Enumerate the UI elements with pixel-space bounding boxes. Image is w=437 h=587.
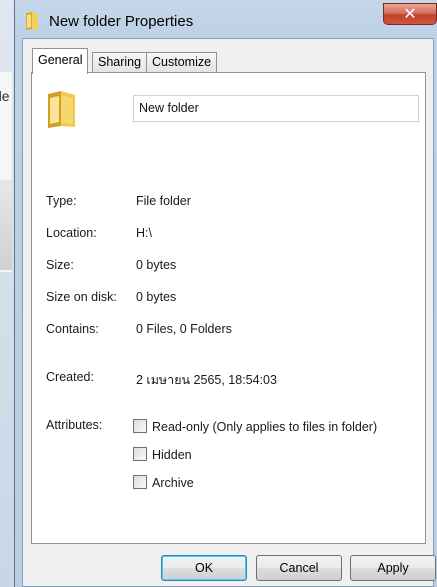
created-label: Created: [46,370,94,384]
size-label: Size: [46,258,74,272]
divider [45,351,416,352]
contains-value: 0 Files, 0 Folders [136,322,232,336]
tab-sharing[interactable]: Sharing [92,52,148,73]
ok-button[interactable]: OK [161,555,247,581]
dialog-client-area: General Sharing Customize New folder Typ… [22,38,436,587]
archive-label[interactable]: Archive [152,476,194,490]
folder-name-field[interactable]: New folder [133,95,419,122]
hidden-checkbox[interactable] [133,447,147,461]
tab-customize[interactable]: Customize [146,52,218,73]
type-label: Type: [46,194,77,208]
size-on-disk-label: Size on disk: [46,290,117,304]
cancel-button[interactable]: Cancel [256,555,342,581]
window-title: New folder Properties [49,13,194,30]
background-window-text: de [0,88,10,104]
general-tab-panel: New folder Type: File folder Location: H… [31,72,426,544]
apply-button[interactable]: Apply [350,555,436,581]
close-button[interactable]: ✕ [383,3,437,25]
size-value: 0 bytes [136,258,177,272]
size-on-disk-value: 0 bytes [136,290,177,304]
created-value: 2 เมษายน 2565, 18:54:03 [136,373,277,387]
folder-icon [48,91,75,128]
divider [45,399,416,400]
location-label: Location: [46,226,97,240]
folder-icon [26,12,38,30]
background-window-panel [0,180,12,270]
location-value: H:\ [136,226,152,240]
hidden-label[interactable]: Hidden [152,448,192,462]
read-only-label[interactable]: Read-only (Only applies to files in fold… [152,420,377,434]
contains-label: Contains: [46,322,99,336]
tab-general[interactable]: General [32,48,89,74]
read-only-checkbox[interactable] [133,419,147,433]
divider [45,137,416,138]
attributes-label: Attributes: [46,418,103,432]
properties-dialog: New folder Properties ✕ General Sharing … [14,0,437,587]
archive-checkbox[interactable] [133,475,147,489]
type-value: File folder [136,194,191,208]
